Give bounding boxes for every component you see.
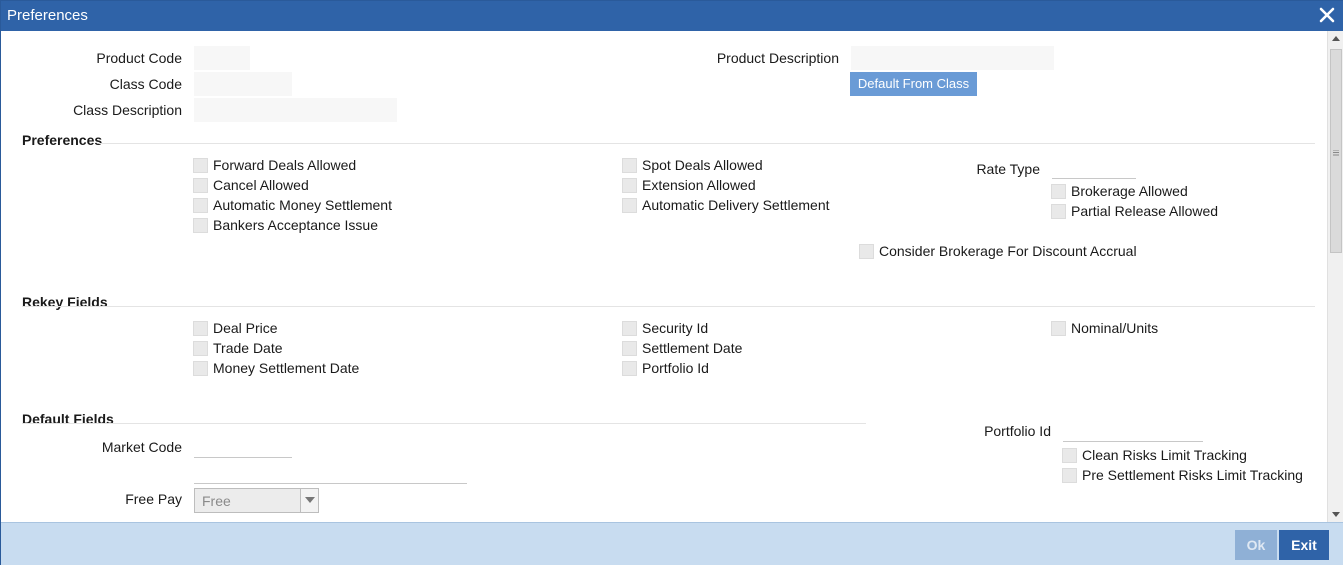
spot-deals-allowed-label: Spot Deals Allowed [642,157,763,173]
rekey-fields-heading: Rekey Fields [22,294,108,310]
free-pay-label: Free Pay [125,491,182,507]
free-pay-select[interactable]: Free [194,488,319,513]
portfolio-id-checkbox-label: Portfolio Id [642,360,709,376]
automatic-delivery-settlement-label: Automatic Delivery Settlement [642,197,830,213]
class-code-label: Class Code [109,76,182,92]
trade-date-label: Trade Date [213,340,283,356]
clean-risks-label: Clean Risks Limit Tracking [1082,447,1247,463]
rate-type-label: Rate Type [976,161,1040,177]
automatic-money-settlement-label: Automatic Money Settlement [213,197,392,213]
close-icon[interactable] [1316,4,1338,26]
extension-allowed-label: Extension Allowed [642,177,756,193]
market-code-field[interactable] [194,457,292,458]
product-description-label: Product Description [716,50,839,66]
market-code-label: Market Code [101,439,182,455]
preferences-divider [99,143,1315,144]
content-area: Product Code Class Code Class Descriptio… [1,31,1327,522]
product-code-field[interactable] [194,46,250,70]
class-code-field[interactable] [194,72,292,96]
money-settlement-date-label: Money Settlement Date [213,360,360,376]
brokerage-allowed-label: Brokerage Allowed [1071,183,1188,199]
default-fields-divider [22,423,866,424]
rekey-divider [22,306,1315,307]
market-code-description-field[interactable] [194,483,467,484]
product-description-field[interactable] [851,46,1054,70]
arrow-up-icon[interactable] [1328,31,1343,47]
class-description-field[interactable] [194,98,397,122]
settlement-date-label: Settlement Date [642,340,743,356]
window-title: Preferences [7,7,88,24]
vertical-scrollbar[interactable] [1327,31,1343,522]
product-code-label: Product Code [96,50,182,66]
partial-release-allowed-label: Partial Release Allowed [1071,203,1219,219]
rate-type-field[interactable] [1052,178,1136,179]
class-description-label: Class Description [73,102,182,118]
chevron-down-icon[interactable] [300,489,318,512]
footer-bar: Ok Exit [1,522,1343,565]
default-fields-heading: Default Fields [22,411,114,427]
title-bar: Preferences [1,1,1343,31]
nominal-units-label: Nominal/Units [1071,320,1159,336]
portfolio-id-label: Portfolio Id [984,423,1051,439]
preferences-heading: Preferences [22,132,103,148]
cancel-allowed-label: Cancel Allowed [213,177,309,193]
security-id-label: Security Id [642,320,709,336]
portfolio-id-field[interactable] [1063,441,1203,442]
free-pay-value: Free [202,493,231,509]
consider-brokerage-label: Consider Brokerage For Discount Accrual [879,243,1137,259]
default-from-class-button[interactable]: Default From Class [850,72,977,96]
bankers-acceptance-issue-label: Bankers Acceptance Issue [213,217,378,233]
exit-button[interactable]: Exit [1279,530,1329,560]
deal-price-label: Deal Price [213,320,278,336]
forward-deals-allowed-label: Forward Deals Allowed [213,157,357,173]
pre-settlement-risks-label: Pre Settlement Risks Limit Tracking [1082,467,1303,483]
arrow-down-icon[interactable] [1328,506,1343,522]
scrollbar-thumb[interactable] [1330,49,1342,253]
ok-button[interactable]: Ok [1235,530,1277,560]
preferences-window: Preferences Product Code Class Code Clas… [0,0,1343,565]
